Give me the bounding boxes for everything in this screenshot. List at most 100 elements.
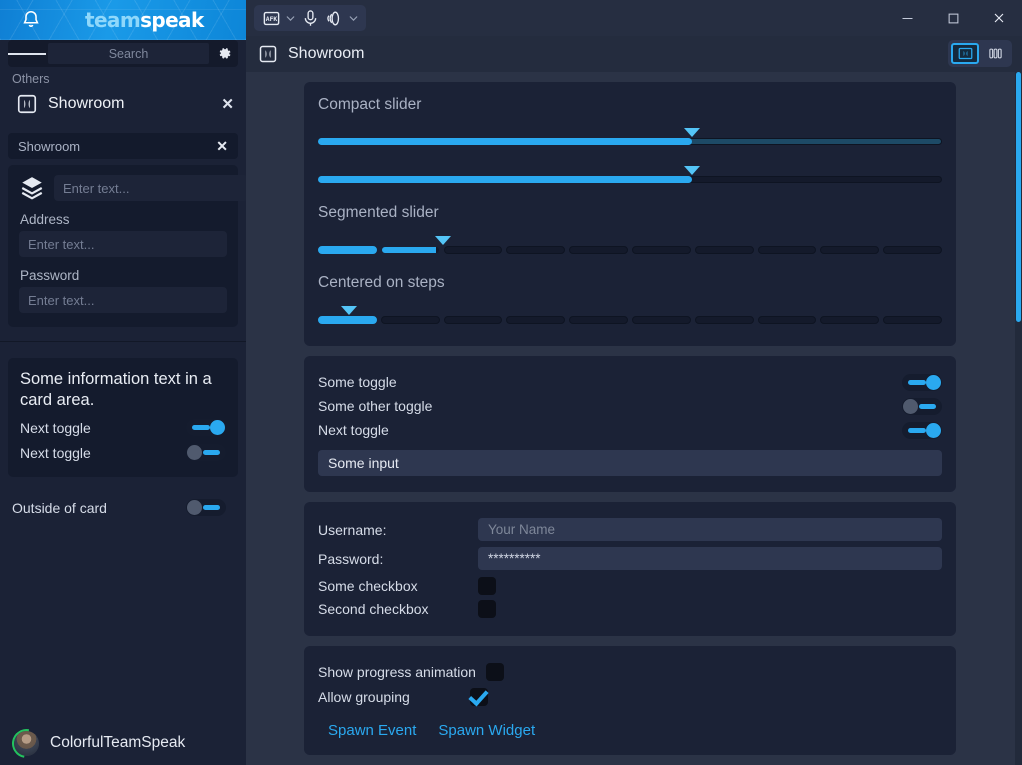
card-toggle-switch[interactable] bbox=[186, 419, 226, 436]
segment[interactable] bbox=[380, 316, 440, 324]
password-input[interactable] bbox=[19, 287, 227, 313]
user-footer[interactable]: ColorfulTeamSpeak bbox=[0, 721, 246, 765]
chevron-down-icon[interactable] bbox=[284, 12, 297, 25]
checkbox-row[interactable]: Second checkbox bbox=[318, 597, 942, 620]
toggle-row[interactable]: Some toggle bbox=[318, 370, 942, 394]
progress-animation-label: Show progress animation bbox=[318, 664, 476, 680]
segment[interactable] bbox=[380, 246, 440, 254]
content-scrollbar[interactable] bbox=[1015, 72, 1022, 765]
hamburger-icon[interactable] bbox=[8, 40, 47, 67]
gear-icon[interactable] bbox=[211, 40, 238, 67]
connect-form-panel: Address Password bbox=[8, 165, 246, 327]
outside-card-toggle-label: Outside of card bbox=[12, 499, 107, 516]
outside-card-toggle-row[interactable]: Outside of card bbox=[8, 495, 238, 520]
segment[interactable] bbox=[318, 316, 377, 324]
speaker-icon[interactable] bbox=[323, 7, 345, 29]
toggle-switch[interactable] bbox=[902, 373, 942, 391]
segment[interactable] bbox=[883, 246, 942, 254]
credentials-panel: Username: Password: Some checkbox Second… bbox=[304, 502, 956, 636]
bell-icon[interactable] bbox=[20, 9, 42, 31]
microphone-icon[interactable] bbox=[299, 7, 321, 29]
avatar[interactable] bbox=[6, 722, 47, 764]
address-input[interactable] bbox=[19, 231, 227, 257]
slider-handle[interactable] bbox=[684, 128, 701, 137]
chevron-down-icon[interactable] bbox=[347, 12, 360, 25]
allow-grouping-checkbox[interactable] bbox=[470, 688, 488, 706]
password-label: Password: bbox=[318, 550, 384, 567]
showroom-icon bbox=[17, 94, 37, 114]
afk-icon[interactable]: AFK bbox=[260, 7, 282, 29]
logo-team: team bbox=[85, 8, 141, 32]
spawn-event-link[interactable]: Spawn Event bbox=[328, 722, 416, 739]
slider-handle[interactable] bbox=[684, 166, 701, 175]
segment[interactable] bbox=[569, 316, 628, 324]
toggle-switch[interactable] bbox=[902, 397, 942, 415]
segment[interactable] bbox=[506, 316, 566, 324]
segment[interactable] bbox=[820, 316, 880, 324]
page-title: Showroom bbox=[288, 45, 365, 62]
segment[interactable] bbox=[569, 246, 628, 254]
slider-fill bbox=[318, 138, 693, 145]
spawn-widget-link[interactable]: Spawn Widget bbox=[438, 722, 535, 739]
close-button[interactable] bbox=[976, 0, 1022, 36]
segment[interactable] bbox=[694, 316, 754, 324]
compact-slider-1[interactable] bbox=[318, 126, 942, 152]
showroom-view-button[interactable] bbox=[951, 43, 979, 64]
centered-slider[interactable] bbox=[318, 304, 942, 330]
segment[interactable] bbox=[757, 316, 817, 324]
toggle-row[interactable]: Some other toggle bbox=[318, 394, 942, 418]
segment[interactable] bbox=[443, 246, 503, 254]
search-input[interactable] bbox=[48, 43, 209, 64]
sidebar-divider bbox=[0, 341, 246, 342]
slider-handle[interactable] bbox=[434, 236, 451, 245]
minimize-button[interactable] bbox=[884, 0, 930, 36]
maximize-button[interactable] bbox=[930, 0, 976, 36]
close-icon[interactable]: ✕ bbox=[221, 95, 234, 113]
close-icon[interactable]: ✕ bbox=[216, 138, 228, 155]
segment[interactable] bbox=[443, 316, 503, 324]
nickname-row bbox=[19, 175, 246, 201]
segment[interactable] bbox=[757, 246, 817, 254]
segment[interactable] bbox=[318, 246, 377, 254]
sidebar-scroll: Others Showroom ✕ Showroom ✕ Enter text.… bbox=[0, 40, 246, 721]
nickname-input[interactable] bbox=[54, 175, 246, 201]
segment[interactable] bbox=[820, 246, 880, 254]
allow-grouping-row[interactable]: Allow grouping bbox=[318, 684, 942, 710]
some-input[interactable] bbox=[318, 450, 942, 476]
allow-grouping-label: Allow grouping bbox=[318, 689, 410, 705]
username-input[interactable] bbox=[478, 518, 942, 541]
show-progress-animation-checkbox[interactable] bbox=[485, 663, 504, 681]
address-label: Address bbox=[20, 212, 70, 227]
segment[interactable] bbox=[694, 246, 754, 254]
columns-view-button[interactable] bbox=[981, 43, 1009, 64]
centered-slider-title: Centered on steps bbox=[318, 274, 445, 291]
view-toggle-group bbox=[948, 40, 1012, 67]
sidebar: teamspeak Others Showroo bbox=[0, 0, 246, 765]
segment[interactable] bbox=[631, 246, 691, 254]
slider-fill bbox=[318, 176, 693, 183]
segmented-slider[interactable] bbox=[318, 234, 942, 260]
segment[interactable] bbox=[631, 316, 691, 324]
svg-text:AFK: AFK bbox=[265, 15, 277, 22]
slider-handle[interactable] bbox=[341, 306, 358, 315]
password-label: Password bbox=[20, 268, 80, 283]
compact-slider-2[interactable] bbox=[318, 164, 942, 190]
some-checkbox[interactable] bbox=[478, 576, 496, 595]
card-toggle-row[interactable]: Next toggle bbox=[20, 415, 226, 440]
toggle-switch[interactable] bbox=[902, 421, 942, 439]
segment[interactable] bbox=[506, 246, 566, 254]
segment[interactable] bbox=[883, 316, 942, 324]
card-toggle-row[interactable]: Next toggle bbox=[20, 440, 226, 465]
password-input[interactable] bbox=[478, 547, 942, 570]
second-checkbox[interactable] bbox=[478, 599, 496, 618]
checkbox-label: Second checkbox bbox=[318, 600, 429, 617]
scrollbar-thumb[interactable] bbox=[1016, 72, 1021, 322]
sidebar-tab-showroom[interactable]: Showroom ✕ bbox=[8, 133, 238, 159]
toggle-row[interactable]: Next toggle bbox=[318, 418, 942, 442]
card-toggle-switch[interactable] bbox=[186, 444, 226, 461]
outside-card-toggle-switch[interactable] bbox=[186, 499, 226, 516]
sidebar-item-showroom[interactable]: Showroom ✕ bbox=[0, 89, 246, 119]
toggle-label: Next toggle bbox=[318, 422, 389, 438]
progress-animation-row[interactable]: Show progress animation bbox=[318, 660, 942, 684]
checkbox-row[interactable]: Some checkbox bbox=[318, 574, 942, 597]
